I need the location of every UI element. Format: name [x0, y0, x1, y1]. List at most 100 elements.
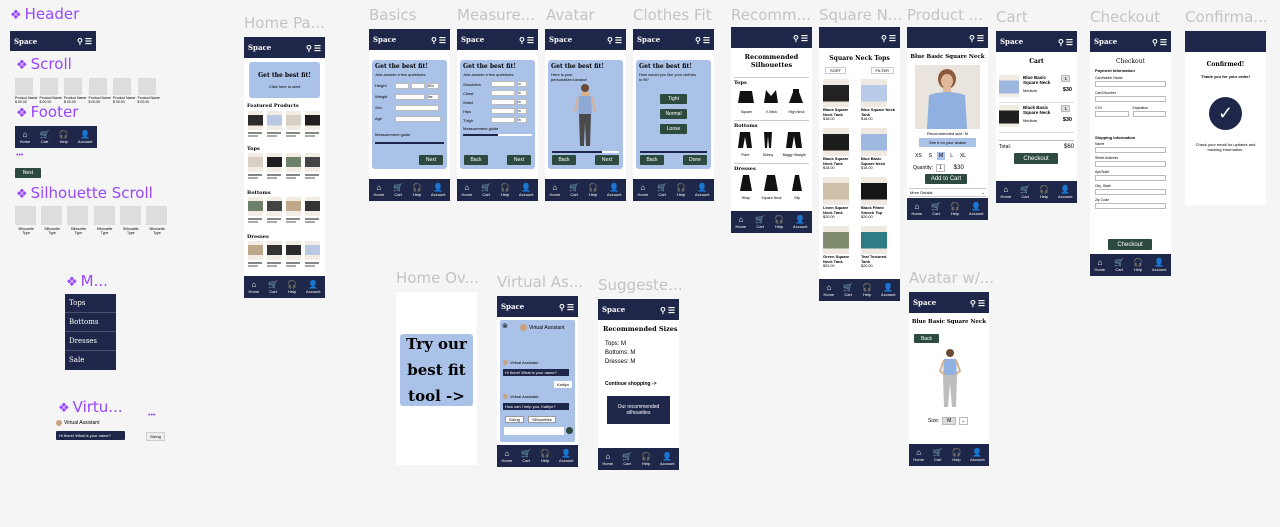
footer-item-help[interactable]: 🎧 Help — [774, 215, 784, 229]
footer-item-home[interactable]: ⌂ Home — [549, 183, 560, 197]
footer-item-cart[interactable]: 🛒 Cart — [933, 448, 943, 462]
silhouette-item[interactable]: Square Neck — [761, 175, 782, 200]
silhouette-item[interactable]: Flare — [737, 132, 753, 157]
unit-select[interactable]: in — [517, 90, 527, 96]
menu-icon[interactable]: ☰ — [977, 33, 984, 43]
size-option-l[interactable]: L — [948, 152, 955, 160]
square-neck-product[interactable]: Black Square Neck Tank $18.00 — [823, 128, 857, 170]
search-icon[interactable]: ⚲ — [793, 33, 799, 43]
more-details-toggle[interactable]: More Details ⌄ — [909, 188, 986, 197]
weight-input[interactable] — [395, 93, 425, 100]
home-product-card[interactable] — [267, 241, 283, 267]
sex-select[interactable] — [395, 104, 439, 111]
measure-input[interactable] — [491, 108, 515, 114]
menu-icon[interactable]: ☰ — [567, 302, 574, 312]
payment-input[interactable] — [1132, 111, 1166, 117]
footer-item-cart[interactable]: 🛒 Cart — [268, 280, 278, 294]
age-input[interactable] — [395, 115, 441, 122]
footer-item-account[interactable]: 👤 Account — [1058, 185, 1072, 199]
silhouette-card[interactable]: Silhouette Type — [146, 206, 168, 235]
shipping-input[interactable] — [1095, 189, 1166, 195]
search-icon[interactable]: ⚲ — [881, 33, 887, 43]
silhouette-item[interactable]: Slip — [789, 175, 805, 200]
search-icon[interactable]: ⚲ — [77, 36, 83, 46]
menu-icon[interactable]: ☰ — [889, 33, 896, 43]
search-icon[interactable]: ⚲ — [1152, 37, 1158, 47]
footer-item-account[interactable]: 👤 Account — [78, 130, 92, 144]
next-button[interactable]: Next — [595, 155, 619, 165]
footer-item-home[interactable]: ⌂ Home — [913, 448, 924, 462]
height-ft-input[interactable] — [395, 82, 409, 89]
silhouette-card[interactable]: Silhouette Type — [119, 206, 142, 235]
footer-item-cart[interactable]: 🛒 Cart — [1020, 185, 1030, 199]
footer-item-home[interactable]: ⌂ Home — [911, 202, 922, 216]
search-icon[interactable]: ⚲ — [660, 305, 666, 315]
menu-item-sale[interactable]: Sale — [65, 351, 116, 370]
fit-option-tight[interactable]: Tight — [660, 94, 687, 104]
fit-option-loose[interactable]: Loose — [660, 124, 687, 134]
place-order-button[interactable]: Checkout — [1108, 239, 1152, 250]
footer-item-cart[interactable]: 🛒 Cart — [622, 452, 632, 466]
menu-icon[interactable]: ☰ — [801, 33, 808, 43]
home-product-card[interactable] — [305, 153, 321, 179]
home-hero-card[interactable]: Get the best fit! Click here to start — [249, 62, 320, 98]
footer-item-cart[interactable]: 🛒 Cart — [40, 130, 50, 144]
footer-item-cart[interactable]: 🛒 Cart — [569, 183, 579, 197]
footer-item-help[interactable]: 🎧 Help — [287, 280, 297, 294]
footer-item-home[interactable]: ⌂ Home — [602, 452, 613, 466]
search-icon[interactable]: ⚲ — [306, 43, 312, 53]
menu-icon[interactable]: ☰ — [527, 35, 534, 45]
menu-item-tops[interactable]: Tops — [65, 294, 116, 313]
silhouettes-chip[interactable]: Silhouettes — [528, 416, 556, 423]
footer-item-cart[interactable]: 🛒 Cart — [481, 183, 491, 197]
menu-icon[interactable]: ☰ — [314, 43, 321, 53]
menu-item-bottoms[interactable]: Bottoms — [65, 313, 116, 332]
footer-item-home[interactable]: ⌂ Home — [248, 280, 259, 294]
unit-select[interactable]: lbs — [427, 93, 439, 100]
size-select[interactable]: M — [942, 417, 957, 425]
search-icon[interactable]: ⚲ — [695, 35, 701, 45]
size-option-s[interactable]: S — [927, 152, 934, 160]
unit-select[interactable]: in — [517, 81, 527, 87]
fit-option-normal[interactable]: Normal — [660, 109, 687, 119]
silhouette-item[interactable]: Skinny — [760, 132, 776, 157]
measure-input[interactable] — [491, 81, 515, 87]
footer-item-help[interactable]: 🎧 Help — [676, 183, 686, 197]
footer-item-cart[interactable]: 🛒 Cart — [521, 449, 531, 463]
shipping-input[interactable] — [1095, 203, 1166, 209]
next-button-component[interactable]: Next — [15, 168, 41, 178]
search-icon[interactable]: ⚲ — [559, 302, 565, 312]
sizing-chip-component[interactable]: Sizing — [146, 432, 165, 441]
footer-item-account[interactable]: 👤 Account — [793, 215, 807, 229]
home-product-card[interactable] — [267, 111, 283, 137]
footer-item-home[interactable]: ⌂ Home — [637, 183, 648, 197]
product-card[interactable]: Product Name $ 00.00 — [15, 78, 37, 104]
footer-item-cart[interactable]: 🛒 Cart — [931, 202, 941, 216]
footer-item-home[interactable]: ⌂ Home — [461, 183, 472, 197]
footer-item-home[interactable]: ⌂ Home — [823, 283, 834, 297]
footer-item-help[interactable]: 🎧 Help — [59, 130, 69, 144]
footer-item-help[interactable]: 🎧 Help — [1133, 258, 1143, 272]
square-neck-product[interactable]: Blue Basic Square Neck $18.00 — [861, 128, 895, 170]
search-icon[interactable]: ⚲ — [519, 35, 525, 45]
footer-item-help[interactable]: 🎧 Help — [540, 449, 550, 463]
next-button[interactable]: Next — [507, 155, 531, 165]
square-neck-product[interactable]: Teal Textured Tank $20.00 — [861, 226, 895, 268]
unit-select[interactable]: in — [517, 117, 527, 123]
filter-button[interactable]: FILTER — [870, 67, 894, 74]
home-product-card[interactable] — [286, 197, 302, 223]
footer-item-home[interactable]: ⌂ Home — [373, 183, 384, 197]
menu-icon[interactable]: ☰ — [978, 298, 985, 308]
measurement-guide-link[interactable]: Measurement guide — [375, 132, 444, 137]
sizing-chip[interactable]: Sizing — [505, 416, 524, 423]
square-neck-product[interactable]: Black Square Neck Tank $18.00 — [823, 79, 857, 121]
measure-input[interactable] — [491, 99, 515, 105]
back-button[interactable]: Back — [552, 155, 576, 165]
home-product-card[interactable] — [267, 153, 283, 179]
unit-select[interactable]: in — [517, 99, 527, 105]
search-icon[interactable]: ⚲ — [970, 298, 976, 308]
footer-item-account[interactable]: 👤 Account — [306, 280, 320, 294]
home-product-card[interactable] — [248, 153, 264, 179]
menu-icon[interactable]: ☰ — [439, 35, 446, 45]
search-icon[interactable]: ⚲ — [431, 35, 437, 45]
